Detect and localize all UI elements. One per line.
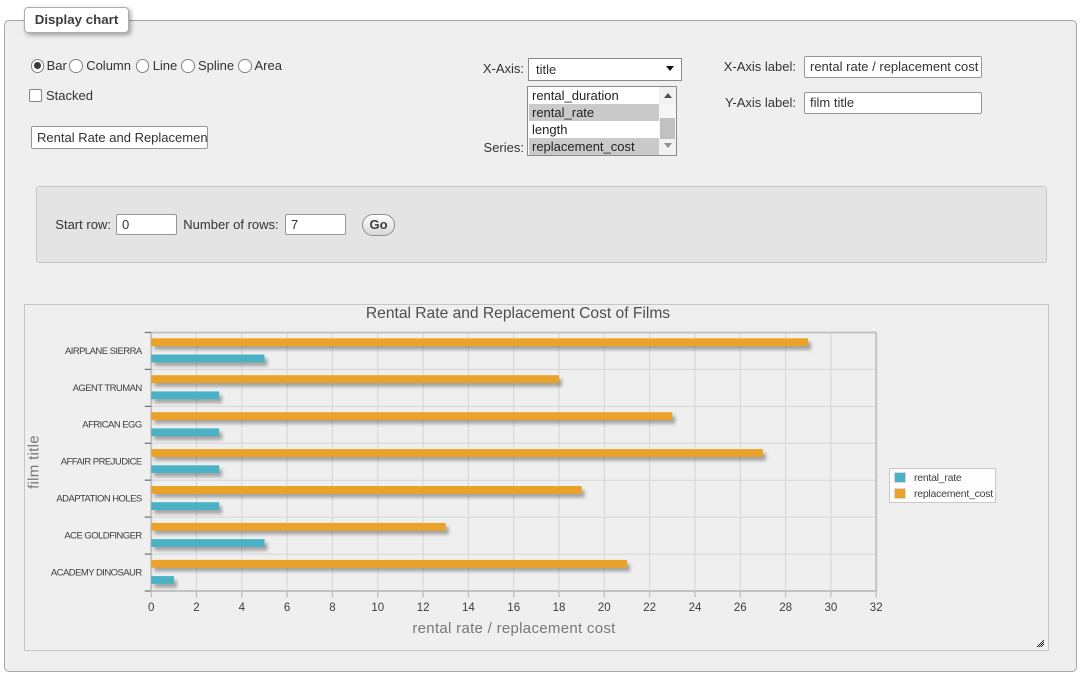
svg-text:AFFAIR PREJUDICE: AFFAIR PREJUDICE <box>61 457 142 468</box>
svg-text:14: 14 <box>462 602 475 614</box>
svg-text:4: 4 <box>239 602 246 614</box>
svg-text:8: 8 <box>329 602 335 614</box>
svg-text:AFRICAN EGG: AFRICAN EGG <box>82 420 142 431</box>
svg-text:ACE GOLDFINGER: ACE GOLDFINGER <box>64 531 142 542</box>
svg-text:18: 18 <box>553 602 566 614</box>
svg-text:ADAPTATION HOLES: ADAPTATION HOLES <box>56 494 142 505</box>
svg-text:0: 0 <box>148 602 154 614</box>
svg-text:12: 12 <box>417 602 430 614</box>
svg-text:30: 30 <box>825 602 838 614</box>
svg-text:28: 28 <box>779 602 792 614</box>
svg-text:22: 22 <box>643 602 656 614</box>
svg-text:26: 26 <box>734 602 747 614</box>
svg-text:10: 10 <box>371 602 384 614</box>
svg-text:AIRPLANE SIERRA: AIRPLANE SIERRA <box>65 346 143 357</box>
svg-text:20: 20 <box>598 602 611 614</box>
svg-text:24: 24 <box>689 602 702 614</box>
svg-text:16: 16 <box>507 602 520 614</box>
svg-text:AGENT TRUMAN: AGENT TRUMAN <box>73 383 143 394</box>
svg-text:32: 32 <box>870 602 883 614</box>
svg-text:6: 6 <box>284 602 290 614</box>
svg-text:ACADEMY DINOSAUR: ACADEMY DINOSAUR <box>51 567 142 578</box>
svg-text:2: 2 <box>193 602 199 614</box>
